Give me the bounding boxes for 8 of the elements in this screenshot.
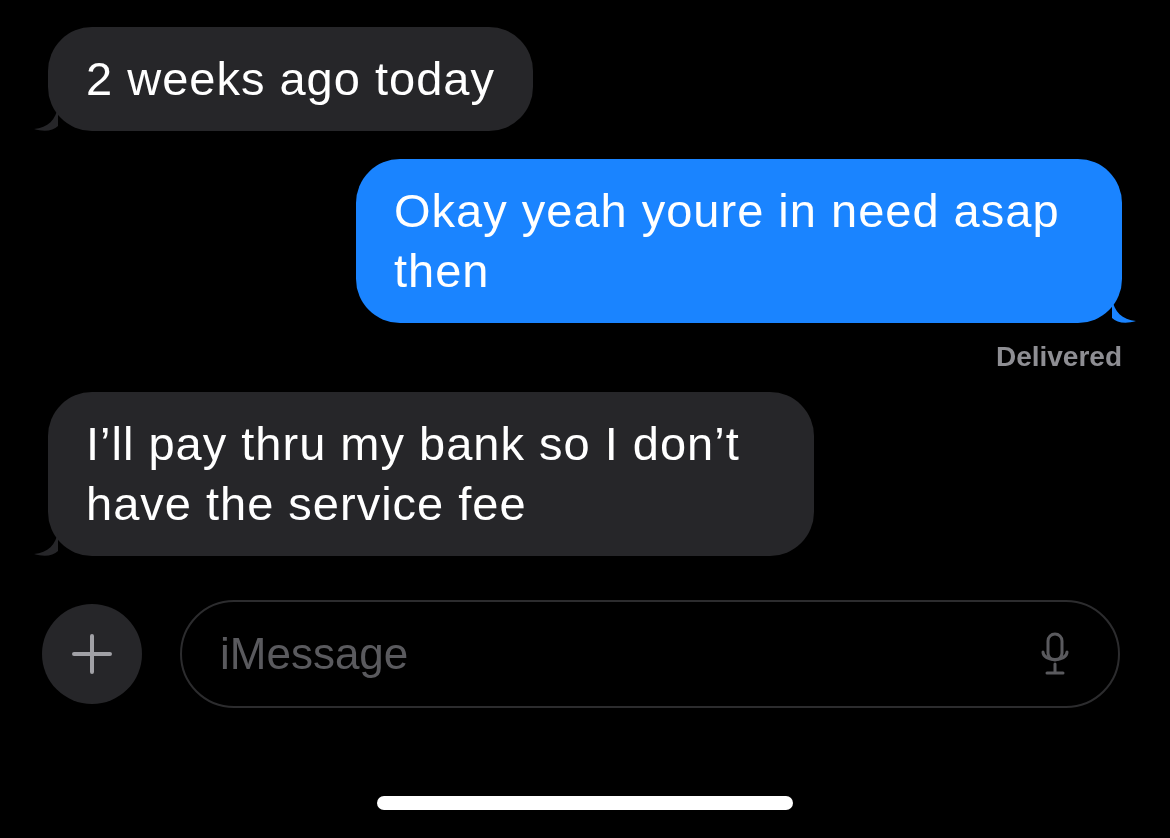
message-bubble: 2 weeks ago today	[48, 27, 533, 131]
message-bubble: I’ll pay thru my bank so I don’t have the service fee	[48, 392, 814, 556]
delivery-status: Delivered	[995, 340, 1122, 374]
plus-icon	[72, 634, 112, 674]
message-field[interactable]: iMessage	[180, 600, 1120, 708]
message-bubble: Okay yeah youre in need asap then	[356, 159, 1122, 323]
message-input[interactable]: iMessage	[220, 621, 1040, 687]
microphone-icon	[1040, 632, 1070, 676]
